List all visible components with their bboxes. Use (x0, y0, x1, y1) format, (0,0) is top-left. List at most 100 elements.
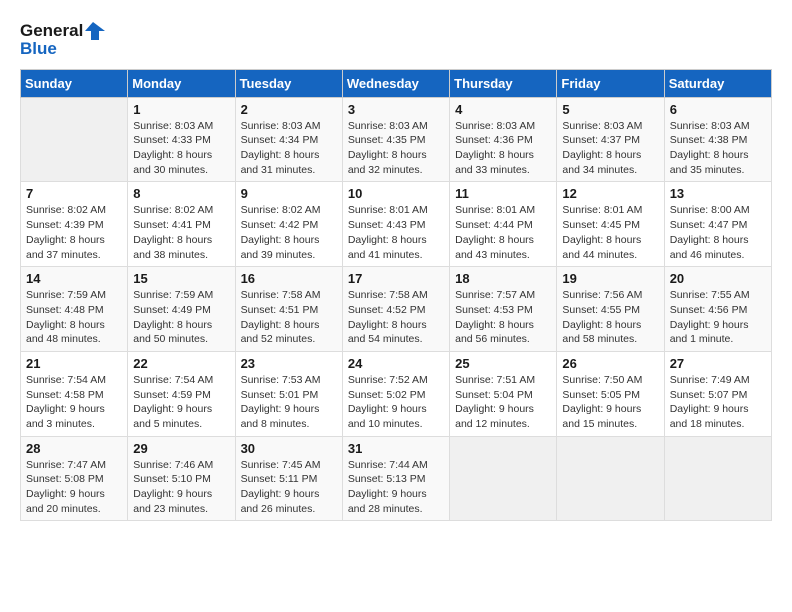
day-info: Sunrise: 8:03 AMSunset: 4:33 PMDaylight:… (133, 119, 229, 178)
day-cell: 22 Sunrise: 7:54 AMSunset: 4:59 PMDayligh… (128, 351, 235, 436)
day-number: 28 (26, 441, 122, 456)
logo-arrow-icon (85, 20, 107, 42)
day-cell: 30 Sunrise: 7:45 AMSunset: 5:11 PMDayligh… (235, 436, 342, 521)
day-info: Sunrise: 7:58 AMSunset: 4:51 PMDaylight:… (241, 288, 337, 347)
week-row-2: 7 Sunrise: 8:02 AMSunset: 4:39 PMDaylight… (21, 182, 772, 267)
day-cell: 12 Sunrise: 8:01 AMSunset: 4:45 PMDayligh… (557, 182, 664, 267)
day-cell: 3Sunrise: 8:03 AMSunset: 4:35 PMDaylight… (342, 97, 449, 182)
day-info: Sunrise: 8:01 AMSunset: 4:44 PMDaylight:… (455, 203, 551, 262)
day-number: 22 (133, 356, 229, 371)
week-row-1: 1 Sunrise: 8:03 AMSunset: 4:33 PMDaylight… (21, 97, 772, 182)
day-cell (557, 436, 664, 521)
day-cell: 14Sunrise: 7:59 AMSunset: 4:48 PMDayligh… (21, 267, 128, 352)
week-row-4: 21Sunrise: 7:54 AMSunset: 4:58 PMDayligh… (21, 351, 772, 436)
day-info: Sunrise: 8:03 AMSunset: 4:37 PMDaylight:… (562, 119, 658, 178)
day-info: Sunrise: 7:55 AMSunset: 4:56 PMDaylight:… (670, 288, 766, 347)
day-number: 6 (670, 102, 766, 117)
day-cell (450, 436, 557, 521)
day-info: Sunrise: 7:59 AMSunset: 4:48 PMDaylight:… (26, 288, 122, 347)
day-info: Sunrise: 7:54 AMSunset: 4:59 PMDaylight:… (133, 373, 229, 432)
day-cell (21, 97, 128, 182)
day-info: Sunrise: 8:01 AMSunset: 4:43 PMDaylight:… (348, 203, 444, 262)
day-cell: 1 Sunrise: 8:03 AMSunset: 4:33 PMDaylight… (128, 97, 235, 182)
day-number: 12 (562, 186, 658, 201)
day-number: 19 (562, 271, 658, 286)
day-info: Sunrise: 7:47 AMSunset: 5:08 PMDaylight:… (26, 458, 122, 517)
day-number: 1 (133, 102, 229, 117)
day-number: 4 (455, 102, 551, 117)
day-number: 7 (26, 186, 122, 201)
day-info: Sunrise: 8:02 AMSunset: 4:42 PMDaylight:… (241, 203, 337, 262)
day-cell: 25 Sunrise: 7:51 AMSunset: 5:04 PMDayligh… (450, 351, 557, 436)
day-number: 2 (241, 102, 337, 117)
day-number: 16 (241, 271, 337, 286)
day-info: Sunrise: 7:44 AMSunset: 5:13 PMDaylight:… (348, 458, 444, 517)
day-info: Sunrise: 7:58 AMSunset: 4:52 PMDaylight:… (348, 288, 444, 347)
day-info: Sunrise: 7:59 AMSunset: 4:49 PMDaylight:… (133, 288, 229, 347)
day-info: Sunrise: 8:03 AMSunset: 4:34 PMDaylight:… (241, 119, 337, 178)
day-cell: 29 Sunrise: 7:46 AMSunset: 5:10 PMDayligh… (128, 436, 235, 521)
day-number: 21 (26, 356, 122, 371)
day-number: 10 (348, 186, 444, 201)
column-header-tuesday: Tuesday (235, 69, 342, 97)
column-header-monday: Monday (128, 69, 235, 97)
day-info: Sunrise: 8:03 AMSunset: 4:38 PMDaylight:… (670, 119, 766, 178)
day-cell: 26Sunrise: 7:50 AMSunset: 5:05 PMDayligh… (557, 351, 664, 436)
day-cell: 28 Sunrise: 7:47 AMSunset: 5:08 PMDayligh… (21, 436, 128, 521)
day-info: Sunrise: 8:02 AMSunset: 4:41 PMDaylight:… (133, 203, 229, 262)
day-cell: 23Sunrise: 7:53 AMSunset: 5:01 PMDayligh… (235, 351, 342, 436)
day-number: 30 (241, 441, 337, 456)
day-info: Sunrise: 8:02 AMSunset: 4:39 PMDaylight:… (26, 203, 122, 262)
day-info: Sunrise: 7:51 AMSunset: 5:04 PMDaylight:… (455, 373, 551, 432)
day-cell: 10 Sunrise: 8:01 AMSunset: 4:43 PMDayligh… (342, 182, 449, 267)
day-number: 25 (455, 356, 551, 371)
column-header-wednesday: Wednesday (342, 69, 449, 97)
day-info: Sunrise: 7:45 AMSunset: 5:11 PMDaylight:… (241, 458, 337, 517)
day-cell: 13Sunrise: 8:00 AMSunset: 4:47 PMDayligh… (664, 182, 771, 267)
day-cell: 8Sunrise: 8:02 AMSunset: 4:41 PMDaylight… (128, 182, 235, 267)
day-cell: 19 Sunrise: 7:56 AMSunset: 4:55 PMDayligh… (557, 267, 664, 352)
day-cell: 27 Sunrise: 7:49 AMSunset: 5:07 PMDayligh… (664, 351, 771, 436)
day-info: Sunrise: 7:46 AMSunset: 5:10 PMDaylight:… (133, 458, 229, 517)
day-number: 9 (241, 186, 337, 201)
day-number: 13 (670, 186, 766, 201)
logo-general: General (20, 22, 83, 41)
day-info: Sunrise: 7:49 AMSunset: 5:07 PMDaylight:… (670, 373, 766, 432)
day-cell: 15 Sunrise: 7:59 AMSunset: 4:49 PMDayligh… (128, 267, 235, 352)
day-number: 15 (133, 271, 229, 286)
day-info: Sunrise: 8:03 AMSunset: 4:36 PMDaylight:… (455, 119, 551, 178)
day-info: Sunrise: 7:57 AMSunset: 4:53 PMDaylight:… (455, 288, 551, 347)
day-cell: 4 Sunrise: 8:03 AMSunset: 4:36 PMDaylight… (450, 97, 557, 182)
day-cell: 11Sunrise: 8:01 AMSunset: 4:44 PMDayligh… (450, 182, 557, 267)
day-info: Sunrise: 7:56 AMSunset: 4:55 PMDaylight:… (562, 288, 658, 347)
day-cell: 31 Sunrise: 7:44 AMSunset: 5:13 PMDayligh… (342, 436, 449, 521)
column-header-thursday: Thursday (450, 69, 557, 97)
day-number: 31 (348, 441, 444, 456)
day-cell: 6 Sunrise: 8:03 AMSunset: 4:38 PMDaylight… (664, 97, 771, 182)
page-header: General Blue (20, 20, 772, 59)
day-cell: 17 Sunrise: 7:58 AMSunset: 4:52 PMDayligh… (342, 267, 449, 352)
calendar-table: SundayMondayTuesdayWednesdayThursdayFrid… (20, 69, 772, 522)
day-cell: 9 Sunrise: 8:02 AMSunset: 4:42 PMDaylight… (235, 182, 342, 267)
day-number: 17 (348, 271, 444, 286)
header-row: SundayMondayTuesdayWednesdayThursdayFrid… (21, 69, 772, 97)
day-cell: 18 Sunrise: 7:57 AMSunset: 4:53 PMDayligh… (450, 267, 557, 352)
column-header-sunday: Sunday (21, 69, 128, 97)
logo-blue: Blue (20, 40, 57, 59)
day-info: Sunrise: 7:53 AMSunset: 5:01 PMDaylight:… (241, 373, 337, 432)
column-header-saturday: Saturday (664, 69, 771, 97)
day-number: 18 (455, 271, 551, 286)
logo: General Blue (20, 20, 107, 59)
week-row-5: 28 Sunrise: 7:47 AMSunset: 5:08 PMDayligh… (21, 436, 772, 521)
day-info: Sunrise: 7:50 AMSunset: 5:05 PMDaylight:… (562, 373, 658, 432)
day-cell: 21Sunrise: 7:54 AMSunset: 4:58 PMDayligh… (21, 351, 128, 436)
day-info: Sunrise: 8:01 AMSunset: 4:45 PMDaylight:… (562, 203, 658, 262)
day-info: Sunrise: 8:03 AMSunset: 4:35 PMDaylight:… (348, 119, 444, 178)
day-cell: 2 Sunrise: 8:03 AMSunset: 4:34 PMDaylight… (235, 97, 342, 182)
day-cell: 16 Sunrise: 7:58 AMSunset: 4:51 PMDayligh… (235, 267, 342, 352)
day-number: 24 (348, 356, 444, 371)
day-number: 27 (670, 356, 766, 371)
day-cell (664, 436, 771, 521)
day-cell: 20Sunrise: 7:55 AMSunset: 4:56 PMDayligh… (664, 267, 771, 352)
day-number: 29 (133, 441, 229, 456)
